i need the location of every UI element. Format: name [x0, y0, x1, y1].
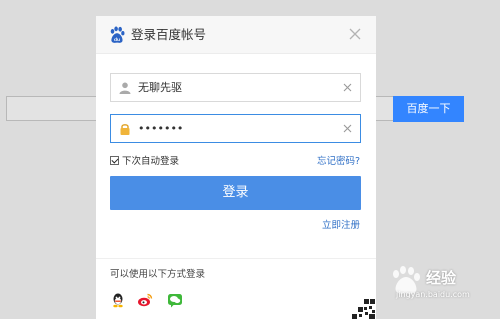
lock-icon: [120, 124, 130, 135]
weibo-icon[interactable]: [137, 292, 153, 308]
qq-icon[interactable]: [110, 292, 126, 308]
password-field[interactable]: •••••••: [110, 114, 361, 143]
password-value: •••••••: [138, 122, 184, 135]
user-icon: [119, 82, 131, 94]
watermark-brand-text: 经验: [426, 269, 457, 287]
divider: [96, 258, 376, 259]
qr-code-corner-icon[interactable]: [350, 293, 376, 319]
remember-me-label: 下次自动登录: [122, 156, 180, 167]
clear-password-icon[interactable]: [343, 124, 352, 133]
remember-me-checkbox[interactable]: 下次自动登录: [110, 156, 179, 168]
checkbox-icon[interactable]: [110, 156, 119, 165]
third-party-login-label: 可以使用以下方式登录: [110, 269, 206, 280]
login-modal: du 登录百度帐号 无聊先驱 ••••••• 下次自动登录 忘记密码? 登录 立…: [96, 16, 376, 319]
username-field[interactable]: 无聊先驱: [110, 73, 361, 102]
svg-text:du: du: [114, 37, 120, 43]
wechat-icon[interactable]: [167, 292, 183, 308]
username-value: 无聊先驱: [138, 81, 182, 94]
modal-title: 登录百度帐号: [131, 27, 207, 42]
modal-header: du 登录百度帐号: [96, 16, 376, 54]
clear-username-icon[interactable]: [343, 83, 352, 92]
forgot-password-link[interactable]: 忘记密码?: [317, 156, 360, 168]
register-link[interactable]: 立即注册: [322, 220, 360, 232]
watermark-url-text: jingyan.baidu.com: [396, 290, 470, 299]
baidu-paw-logo-icon: du: [110, 26, 125, 43]
close-icon[interactable]: [348, 27, 362, 41]
login-button[interactable]: 登录: [110, 176, 361, 210]
background-search-button[interactable]: 百度一下: [393, 96, 464, 122]
